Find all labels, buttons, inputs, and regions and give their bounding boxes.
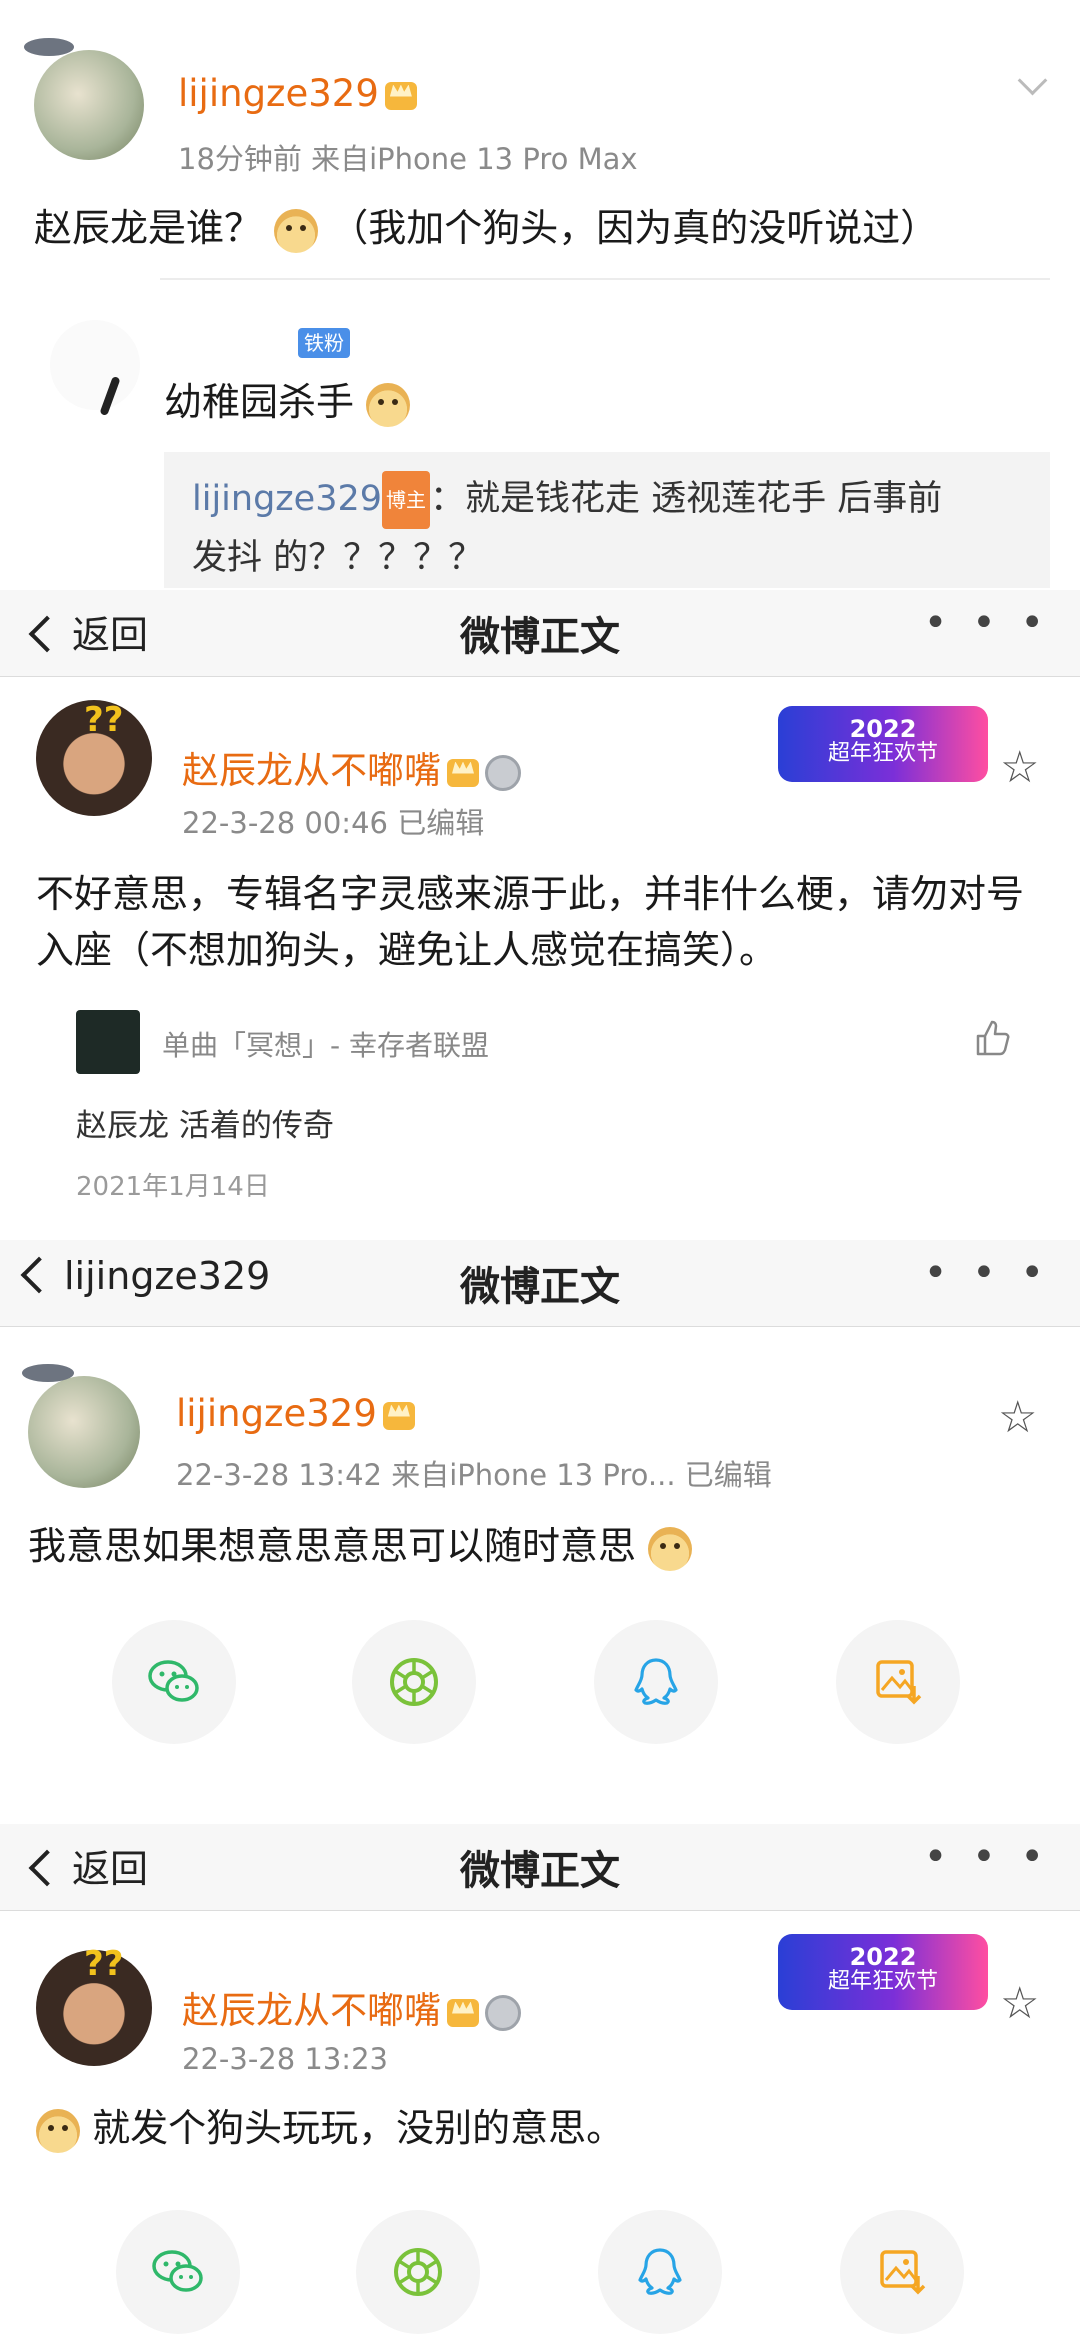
fan-badge: 铁粉 [298, 328, 350, 358]
medal-icon [485, 1994, 521, 2031]
vip-crown-icon [384, 81, 417, 110]
reply-text: 幼稚园杀手 [164, 374, 411, 430]
doge-emoji-icon [36, 2108, 80, 2153]
star-icon[interactable]: ☆ [1000, 742, 1039, 793]
wechat-icon [148, 1660, 199, 1702]
username[interactable]: lijingze329 [178, 72, 417, 115]
doge-emoji-icon [648, 1526, 693, 1571]
question-marks-icon: ?? [84, 1944, 124, 1984]
post-meta: 22-3-28 13:42 来自iPhone 13 Pro... 已编辑 [176, 1458, 772, 1492]
badge-text: 超年狂欢节 [827, 741, 938, 767]
share-moments-button[interactable] [352, 1620, 476, 1744]
username-text[interactable]: 赵辰龙从不嘟嘴 [182, 749, 441, 792]
vip-crown-icon [447, 1998, 479, 2027]
post-content: 不好意思，专辑名字灵感来源于此，并非什么梗，请勿对号入座（不想加狗头，避免让人感… [36, 872, 1025, 972]
username[interactable]: lijingze329 [176, 1392, 415, 1435]
star-icon[interactable]: ☆ [998, 1392, 1037, 1443]
save-image-button[interactable] [840, 2210, 964, 2334]
doge-emoji-icon [366, 382, 411, 427]
save-image-icon [876, 1660, 922, 1705]
qq-icon [638, 2248, 682, 2295]
post-text: 就发个狗头玩玩，没别的意思。 [92, 2106, 625, 2150]
comment-text: 赵辰龙是谁？ （我加个狗头，因为真的没听说过） [34, 200, 1054, 256]
more-icon[interactable]: • • • [924, 1834, 1050, 1880]
quoted-line-2: 发抖 的？？？？？ [192, 538, 484, 578]
quoted-line-1: ：就是钱花走 透视莲花手 后事前 [430, 479, 943, 519]
music-cover[interactable] [76, 1010, 140, 1074]
badge-year: 2022 [849, 715, 917, 743]
quoted-reply: lijingze329 博主 ：就是钱花走 透视莲花手 后事前 发抖 的？？？？？ [192, 470, 1032, 587]
post-meta: 22-3-28 00:46 已编辑 [182, 806, 485, 840]
username-text[interactable]: 赵辰龙从不嘟嘴 [182, 1989, 441, 2032]
post-text: 我意思如果想意思意思可以随时意思 [28, 1524, 637, 1568]
quoted-user[interactable]: lijingze329 [192, 479, 382, 519]
vip-crown-icon [447, 758, 479, 787]
divider [160, 278, 1050, 280]
more-icon[interactable]: • • • [924, 600, 1050, 646]
avatar[interactable] [34, 50, 144, 160]
post-meta: 18分钟前 来自iPhone 13 Pro Max [178, 142, 638, 176]
blogger-badge: 博主 [382, 471, 431, 529]
nav-bar: lijingze329 微博正文 • • • [0, 1240, 1080, 1327]
doge-emoji-icon [274, 208, 319, 253]
event-badge: 2022 超年狂欢节 [778, 1934, 988, 2010]
date-text: 2021年1月14日 [76, 1172, 270, 1202]
username[interactable]: 赵辰龙从不嘟嘴 [182, 1980, 521, 2034]
sub-text: 赵辰龙 活着的传奇 [76, 1108, 334, 1144]
reply-avatar-blur [50, 320, 140, 410]
page-title: 微博正文 [460, 1264, 620, 1310]
comment-main: 赵辰龙是谁？ [34, 206, 263, 250]
qq-icon [634, 1658, 678, 1705]
share-moments-button[interactable] [356, 2210, 480, 2334]
thumb-up-icon[interactable] [972, 1018, 1012, 1062]
badge-text: 超年狂欢节 [827, 1969, 938, 1995]
ufo-pendant-icon [22, 1364, 74, 1382]
page-title: 微博正文 [460, 1848, 620, 1894]
medal-icon [485, 754, 521, 791]
music-label[interactable]: 单曲「冥想」- 幸存者联盟 [162, 1024, 489, 1064]
star-icon[interactable]: ☆ [1000, 1978, 1039, 2029]
thumb-up-svg [976, 1020, 1010, 1056]
nav-bar: 返回 微博正文 • • • [0, 590, 1080, 677]
share-wechat-button[interactable] [116, 2210, 240, 2334]
post-meta: 22-3-28 13:23 [182, 2042, 388, 2076]
post-content: 我意思如果想意思意思可以随时意思 [28, 1518, 1048, 1574]
page-title: 微博正文 [460, 614, 620, 660]
vip-crown-icon [382, 1401, 415, 1430]
save-image-icon [880, 2250, 926, 2295]
save-image-button[interactable] [836, 1620, 960, 1744]
share-wechat-button[interactable] [112, 1620, 236, 1744]
chevron-down-icon[interactable] [1017, 65, 1048, 96]
more-icon[interactable]: • • • [924, 1250, 1050, 1296]
post-content: 就发个狗头玩玩，没别的意思。 [36, 2100, 1046, 2156]
event-badge: 2022 超年狂欢节 [778, 706, 988, 782]
username[interactable]: 赵辰龙从不嘟嘴 [182, 740, 521, 794]
nav-bar: 返回 微博正文 • • • [0, 1824, 1080, 1911]
username-text[interactable]: lijingze329 [178, 72, 379, 115]
comment-tail: （我加个狗头，因为真的没听说过） [330, 206, 939, 250]
share-qq-button[interactable] [598, 2210, 722, 2334]
moments-icon [390, 1658, 438, 1706]
wechat-icon [152, 2250, 203, 2292]
avatar[interactable] [28, 1376, 140, 1488]
reply-main: 幼稚园杀手 [164, 380, 355, 424]
ufo-pendant-icon [24, 38, 74, 56]
username-text[interactable]: lijingze329 [176, 1392, 377, 1435]
moments-icon [394, 2248, 442, 2296]
question-marks-icon: ?? [84, 700, 124, 740]
badge-year: 2022 [849, 1943, 917, 1971]
share-qq-button[interactable] [594, 1620, 718, 1744]
